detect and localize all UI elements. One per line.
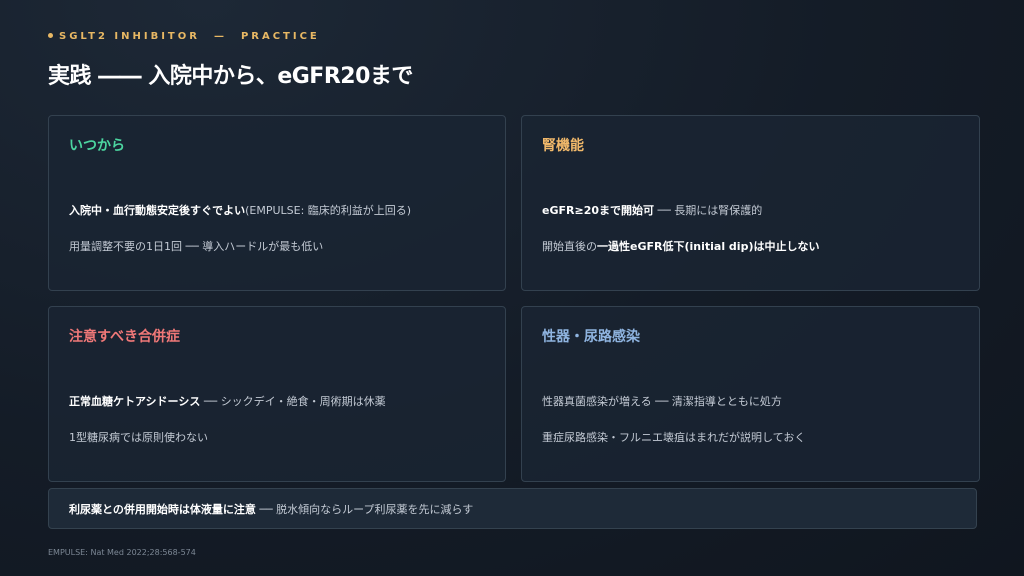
line-text: 重症尿路感染・フルニエ壊疽はまれだが説明しておく bbox=[542, 431, 806, 444]
note-bold: 利尿薬との併用開始時は体液量に注意 bbox=[69, 503, 256, 516]
note-text: 利尿薬との併用開始時は体液量に注意 ── 脱水傾向ならループ利尿薬を先に減らす bbox=[69, 501, 473, 517]
line-text: 性器真菌感染が増える ── 清潔指導とともに処方 bbox=[542, 395, 782, 408]
line-bold: 一過性eGFR低下(initial dip)は中止しない bbox=[597, 240, 820, 253]
line-bold: 入院中・血行動態安定後すぐでよい bbox=[69, 204, 246, 217]
card-line: 開始直後の一過性eGFR低下(initial dip)は中止しない bbox=[542, 238, 819, 254]
card-line: eGFR≥20まで開始可 ── 長期には腎保護的 bbox=[542, 202, 762, 218]
card-line: 正常血糖ケトアシドーシス ── シックデイ・絶食・周術期は休薬 bbox=[69, 393, 386, 409]
card-title: 腎機能 bbox=[542, 138, 584, 154]
footer-citation: EMPULSE: Nat Med 2022;28:568-574 bbox=[48, 548, 196, 557]
card-when: いつから 入院中・血行動態安定後すぐでよい(EMPULSE: 臨床的利益が上回る… bbox=[48, 115, 506, 291]
card-title: 性器・尿路感染 bbox=[542, 329, 640, 345]
eyebrow: SGLT2 INHIBITOR — PRACTICE bbox=[48, 31, 320, 42]
line-text: 用量調整不要の1日1回 ── 導入ハードルが最も低い bbox=[69, 240, 324, 253]
note-banner: 利尿薬との併用開始時は体液量に注意 ── 脱水傾向ならループ利尿薬を先に減らす bbox=[48, 488, 977, 529]
line-text: 1型糖尿病では原則使わない bbox=[69, 431, 208, 444]
note-rest: ── 脱水傾向ならループ利尿薬を先に減らす bbox=[255, 503, 474, 516]
bullet-dot-icon bbox=[48, 32, 53, 38]
card-line: 用量調整不要の1日1回 ── 導入ハードルが最も低い bbox=[69, 238, 323, 254]
card-line: 入院中・血行動態安定後すぐでよい(EMPULSE: 臨床的利益が上回る) bbox=[69, 202, 411, 218]
eyebrow-separator: — bbox=[213, 31, 227, 42]
page-title: 実践 ―― 入院中から、eGFR20まで bbox=[48, 64, 413, 89]
line-text: 開始直後の bbox=[542, 240, 597, 253]
eyebrow-left: SGLT2 INHIBITOR bbox=[59, 31, 200, 42]
line-bold: 正常血糖ケトアシドーシス bbox=[69, 395, 201, 408]
card-line: 1型糖尿病では原則使わない bbox=[69, 429, 208, 445]
card-line: 性器真菌感染が増える ── 清潔指導とともに処方 bbox=[542, 393, 782, 409]
card-line: 重症尿路感染・フルニエ壊疽はまれだが説明しておく bbox=[542, 429, 805, 445]
card-complications: 注意すべき合併症 正常血糖ケトアシドーシス ── シックデイ・絶食・周術期は休薬… bbox=[48, 306, 506, 482]
line-text: ── 長期には腎保護的 bbox=[654, 204, 763, 217]
line-bold: eGFR≥20まで開始可 bbox=[542, 204, 654, 217]
line-text: ── シックデイ・絶食・周術期は休薬 bbox=[200, 395, 386, 408]
card-renal: 腎機能 eGFR≥20まで開始可 ── 長期には腎保護的 開始直後の一過性eGF… bbox=[521, 115, 980, 291]
eyebrow-right: PRACTICE bbox=[240, 31, 320, 42]
card-title: いつから bbox=[69, 138, 125, 154]
card-title: 注意すべき合併症 bbox=[69, 329, 181, 345]
card-infection: 性器・尿路感染 性器真菌感染が増える ── 清潔指導とともに処方 重症尿路感染・… bbox=[521, 306, 980, 482]
line-text: (EMPULSE: 臨床的利益が上回る) bbox=[245, 204, 412, 217]
